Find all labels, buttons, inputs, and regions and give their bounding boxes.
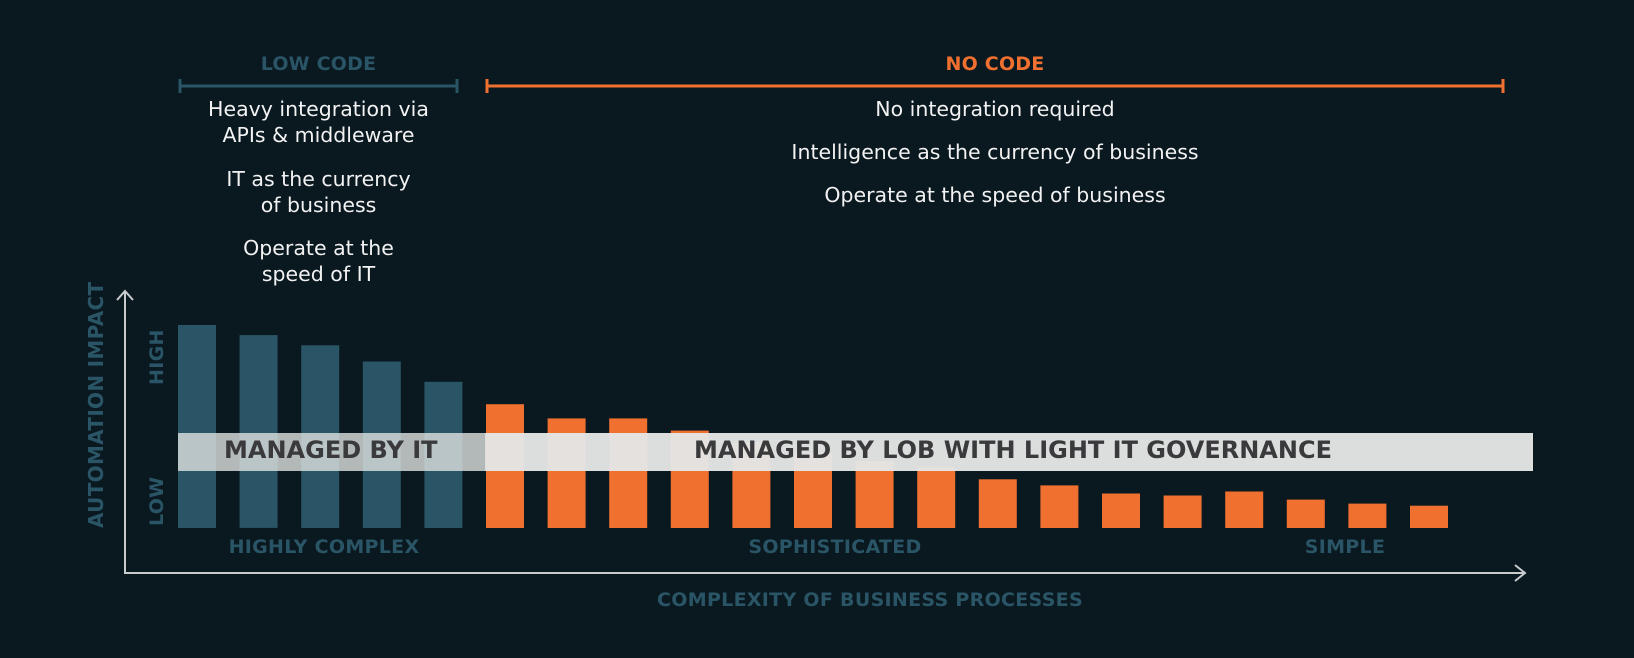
y-axis-low-label: LOW — [146, 476, 168, 526]
y-axis-title: AUTOMATION IMPACT — [84, 281, 108, 528]
no-code-bar-18 — [1225, 491, 1264, 528]
no-code-bar-13 — [917, 467, 956, 528]
low-code-bracket — [178, 79, 459, 93]
y-axis-high-label: HIGH — [146, 329, 168, 385]
low-code-bar-2 — [239, 335, 278, 528]
no-code-line-1: No integration required — [875, 97, 1115, 121]
low-code-line-2: IT as the currency of business — [226, 167, 411, 217]
low-code-bar-1 — [178, 325, 216, 528]
x-axis-title: COMPLEXITY OF BUSINESS PROCESSES — [657, 589, 1083, 611]
y-axis — [116, 289, 134, 574]
no-code-bar-16 — [1102, 493, 1140, 528]
no-code-bar-14 — [978, 479, 1017, 528]
low-code-line-3: Operate at the speed of IT — [243, 236, 394, 286]
x-label-simple: SIMPLE — [1304, 536, 1386, 558]
no-code-line-2: Intelligence as the currency of business — [791, 140, 1199, 164]
managed-by-it-label: MANAGED BY IT — [224, 436, 438, 464]
low-code-line-1: Heavy integration via APIs & middleware — [208, 97, 429, 147]
no-code-bar-15 — [1040, 485, 1079, 528]
no-code-bar-19 — [1286, 499, 1325, 528]
no-code-bar-17 — [1163, 495, 1202, 528]
no-code-bar-21 — [1410, 505, 1448, 528]
no-code-line-3: Operate at the speed of business — [824, 183, 1166, 207]
low-code-title: LOW CODE — [260, 53, 377, 75]
no-code-bar-12 — [855, 461, 894, 528]
no-code-title: NO CODE — [945, 53, 1045, 75]
x-label-highly-complex: HIGHLY COMPLEX — [228, 536, 420, 558]
managed-by-lob-label: MANAGED BY LOB WITH LIGHT IT GOVERNANCE — [694, 436, 1332, 464]
no-code-bar-20 — [1348, 503, 1387, 528]
no-code-bracket — [485, 79, 1505, 93]
x-axis — [124, 564, 1527, 582]
x-label-sophisticated: SOPHISTICATED — [748, 536, 922, 558]
